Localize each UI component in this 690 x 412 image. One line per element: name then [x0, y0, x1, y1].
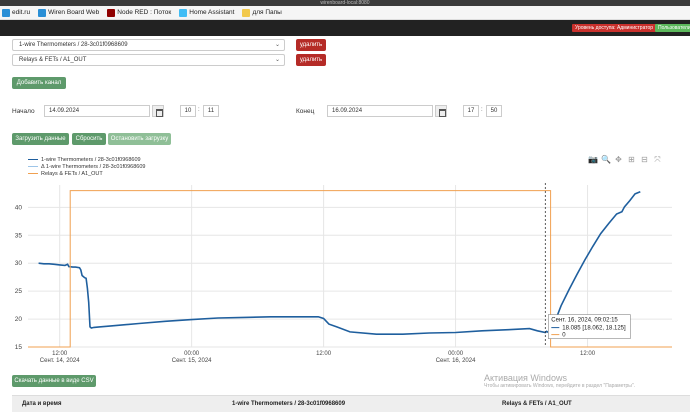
y-tick-label: 25 [15, 288, 23, 295]
delete-channel-1-button[interactable]: удалить [296, 39, 326, 51]
bookmark-item[interactable]: для Папы [242, 8, 282, 17]
x-tick-date-label: Сент. 16, 2024 [436, 358, 476, 364]
end-date-input[interactable]: 16.09.2024 [327, 105, 433, 117]
end-minute-input[interactable]: 50 [486, 105, 502, 117]
channel-select-1[interactable]: 1-wire Thermometers / 28-3c01f0968609 ⌄ [12, 39, 285, 51]
tooltip-value: 18.085 [18.062, 18.125] [562, 326, 626, 332]
web-icon [38, 8, 47, 17]
end-hour-input[interactable]: 17 [463, 105, 479, 117]
x-tick-label: 12:00 [580, 351, 596, 357]
users-button[interactable]: Пользователи [655, 24, 690, 32]
load-data-button[interactable]: Загрузить данные [12, 133, 69, 145]
column-header-datetime[interactable]: Дата и время [22, 401, 61, 407]
x-tick-label: 12:00 [316, 351, 332, 357]
y-tick-label: 20 [15, 316, 23, 323]
channel-select-2-value: Relays & FETs / A1_OUT [19, 57, 87, 63]
windows-activation-watermark: Активация Windows Чтобы активировать Win… [484, 373, 635, 389]
x-tick-label: 00:00 [448, 351, 464, 357]
delete-channel-2-button[interactable]: удалить [296, 54, 326, 66]
calendar-icon[interactable] [152, 105, 164, 117]
bookmark-item[interactable]: Node RED : Поток [107, 8, 172, 17]
watermark-title: Активация Windows [484, 373, 567, 383]
web-icon [2, 8, 10, 17]
download-csv-button[interactable]: Скачать данные в виде CSV [12, 375, 96, 387]
temperature-chart[interactable]: 15202530354012:00Сент. 14, 202400:00Сент… [0, 160, 690, 372]
column-header-temperature[interactable]: 1-wire Thermometers / 28-3c01f0968609 [232, 401, 345, 407]
tooltip-title: Сент. 16, 2024, 09:02:15 [551, 318, 618, 324]
bookmark-item[interactable]: Wiren Board Web [38, 8, 100, 17]
channel-select-2[interactable]: Relays & FETs / A1_OUT ⌄ [12, 54, 285, 66]
start-label: Начало [12, 108, 35, 115]
y-tick-label: 15 [15, 344, 23, 351]
bookmark-label: Wiren Board Web [48, 9, 100, 16]
column-header-relay[interactable]: Relays & FETs / A1_OUT [502, 401, 572, 407]
bookmark-label: для Папы [252, 9, 282, 16]
x-tick-label: 12:00 [52, 351, 68, 357]
home-assistant-icon [179, 8, 188, 17]
start-hour-input[interactable]: 10 [180, 105, 196, 117]
add-channel-button[interactable]: Добавить канал [12, 77, 66, 89]
x-tick-date-label: Сент. 15, 2024 [172, 358, 212, 364]
bookmark-item[interactable]: Home Assistant [179, 8, 235, 17]
data-table-header: Дата и время 1-wire Thermometers / 28-3c… [12, 395, 690, 412]
reset-button[interactable]: Сбросить [72, 133, 106, 145]
bookmark-label: Home Assistant [189, 9, 235, 16]
time-separator: : [198, 107, 200, 113]
y-tick-label: 35 [15, 232, 23, 239]
time-separator: : [481, 107, 483, 113]
folder-icon [242, 8, 251, 17]
bookmark-label: Node RED : Поток [117, 9, 172, 16]
calendar-icon[interactable] [435, 105, 447, 117]
chevron-down-icon: ⌄ [274, 57, 280, 63]
bookmark-item[interactable]: edit.ru [2, 8, 31, 17]
x-tick-label: 00:00 [184, 351, 200, 357]
channel-select-1-value: 1-wire Thermometers / 28-3c01f0968609 [19, 42, 128, 48]
x-tick-date-label: Сент. 14, 2024 [40, 358, 80, 364]
watermark-text: Чтобы активировать Windows, перейдите в … [484, 383, 636, 389]
start-minute-input[interactable]: 11 [203, 105, 219, 117]
bookmark-label: edit.ru [12, 9, 31, 16]
stop-loading-button[interactable]: Остановить загрузку [108, 133, 171, 145]
bookmarks-bar: edit.ru Wiren Board Web Node RED : Поток Ho… [0, 6, 690, 20]
y-tick-label: 30 [15, 260, 23, 267]
node-red-icon [107, 8, 116, 17]
end-label: Конец [296, 108, 315, 115]
y-tick-label: 40 [15, 204, 23, 211]
chevron-down-icon: ⌄ [274, 42, 280, 48]
access-level-badge: Уровень доступа: Администратор [572, 24, 657, 32]
start-date-input[interactable]: 14.09.2024 [44, 105, 150, 117]
